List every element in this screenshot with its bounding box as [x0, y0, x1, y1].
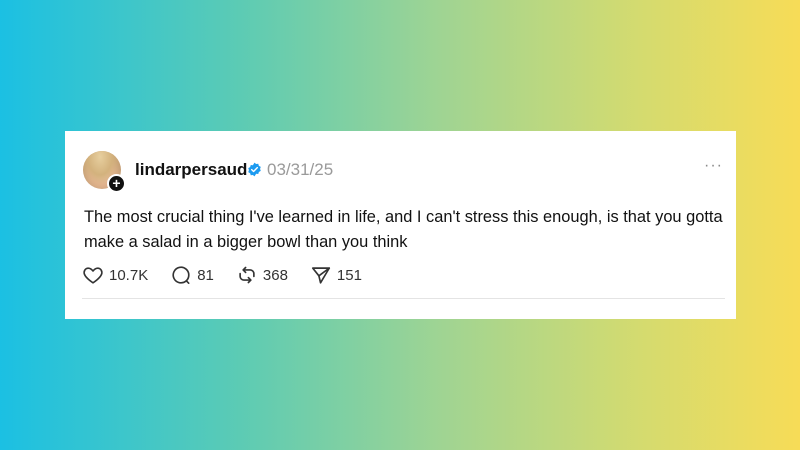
follow-button[interactable]: + — [107, 174, 126, 193]
divider — [82, 298, 725, 299]
post-text: The most crucial thing I've learned in l… — [84, 208, 723, 251]
reply-count: 81 — [197, 266, 214, 284]
repost-count: 368 — [262, 266, 288, 284]
action-bar: 10.7K 81 368 151 — [82, 264, 384, 286]
post-date: 03/31/25 — [267, 160, 334, 179]
share-button[interactable]: 151 — [310, 264, 362, 286]
comment-icon — [172, 266, 190, 284]
avatar[interactable]: + — [83, 151, 126, 193]
send-icon — [311, 267, 330, 284]
post-card: + lindarpersaud 03/31/25 ··· The most cr… — [65, 131, 736, 319]
more-options-button[interactable]: ··· — [704, 158, 724, 177]
verified-badge-icon — [248, 162, 261, 177]
share-count: 151 — [336, 266, 362, 284]
reply-button[interactable]: 81 — [170, 264, 214, 286]
like-count: 10.7K — [109, 266, 149, 284]
repost-button[interactable]: 368 — [236, 264, 288, 286]
username[interactable]: lindarpersaud — [135, 160, 247, 180]
like-button[interactable]: 10.7K — [82, 264, 148, 286]
heart-icon — [83, 267, 103, 284]
repost-icon — [239, 266, 255, 284]
